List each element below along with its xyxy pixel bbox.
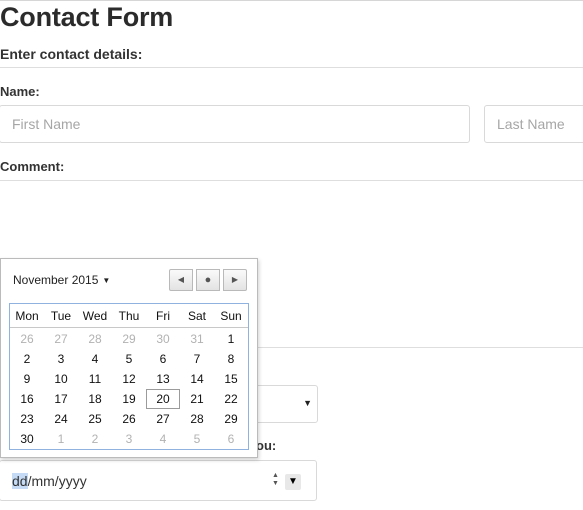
calendar-day[interactable]: 3 <box>44 349 78 369</box>
calendar-day[interactable]: 13 <box>146 369 180 389</box>
triangle-left-icon: ◀ <box>177 275 185 284</box>
page-title: Contact Form <box>0 2 174 32</box>
calendar-day[interactable]: 25 <box>78 409 112 429</box>
calendar-day[interactable]: 30 <box>10 429 44 449</box>
calendar-day-selected[interactable]: 20 <box>146 389 180 409</box>
calendar-day[interactable]: 1 <box>214 329 248 349</box>
name-label: Name: <box>0 84 40 99</box>
calendar-day[interactable]: 23 <box>10 409 44 429</box>
next-month-button[interactable]: ▶ <box>223 269 247 291</box>
calendar-day[interactable]: 26 <box>10 329 44 349</box>
weekday-fri: Fri <box>156 309 170 323</box>
weekday-sun: Sun <box>220 309 242 323</box>
calendar-day[interactable]: 26 <box>112 409 146 429</box>
triangle-right-icon: ▶ <box>231 275 239 284</box>
date-month-segment[interactable]: mm <box>31 473 54 489</box>
weekday-wed: Wed <box>82 309 108 323</box>
calendar-day[interactable]: 16 <box>10 389 44 409</box>
calendar-day[interactable]: 27 <box>146 409 180 429</box>
calendar-day[interactable]: 11 <box>78 369 112 389</box>
calendar-day[interactable]: 12 <box>112 369 146 389</box>
comment-label: Comment: <box>0 159 65 174</box>
calendar-day[interactable]: 2 <box>78 429 112 449</box>
date-field-label: ou: <box>256 438 277 453</box>
caret-down-icon: ▼ <box>303 398 312 408</box>
calendar-day[interactable]: 14 <box>180 369 214 389</box>
calendar-day[interactable]: 28 <box>180 409 214 429</box>
weekday-mon: Mon <box>15 309 39 323</box>
calendar-day[interactable]: 30 <box>146 329 180 349</box>
today-button[interactable]: ● <box>196 269 220 291</box>
spin-stepper-icon[interactable]: ▲ ▼ <box>270 472 281 490</box>
calendar-day[interactable]: 15 <box>214 369 248 389</box>
calendar-day[interactable]: 28 <box>78 329 112 349</box>
calendar-day[interactable]: 3 <box>112 429 146 449</box>
date-day-segment[interactable]: dd <box>12 473 28 489</box>
calendar-day[interactable]: 4 <box>146 429 180 449</box>
calendar-day[interactable]: 1 <box>44 429 78 449</box>
first-name-input[interactable] <box>0 105 470 143</box>
section-divider <box>0 67 583 68</box>
weekday-sat: Sat <box>187 309 206 323</box>
calendar-grid: Mon Tue Wed Thu Fri Sat Sun 26 27 28 29 30 31 1 2 3 4 5 6… <box>9 303 249 450</box>
calendar-day[interactable]: 7 <box>180 349 214 369</box>
calendar-day[interactable]: 27 <box>44 329 78 349</box>
weekday-header: Mon Tue Wed Thu Fri Sat Sun <box>10 304 248 328</box>
calendar-day[interactable]: 29 <box>214 409 248 429</box>
calendar-day[interactable]: 2 <box>10 349 44 369</box>
contact-form-page: Contact Form Enter contact details: Name… <box>0 0 583 510</box>
calendar-day[interactable]: 22 <box>214 389 248 409</box>
calendar-day[interactable]: 8 <box>214 349 248 369</box>
calendar-day[interactable]: 5 <box>112 349 146 369</box>
weekday-thu: Thu <box>118 309 140 323</box>
calendar-day[interactable]: 6 <box>214 429 248 449</box>
dot-icon: ● <box>204 274 212 286</box>
calendar-day[interactable]: 21 <box>180 389 214 409</box>
calendar-day[interactable]: 18 <box>78 389 112 409</box>
date-input-text[interactable]: dd/mm/yyyy <box>12 473 87 489</box>
date-picker-popup: November 2015 ▼ ◀ ● ▶ Mon Tue Wed Thu Fri Sat S… <box>0 258 258 458</box>
calendar-day[interactable]: 9 <box>10 369 44 389</box>
calendar-dropdown-icon[interactable]: ▼ <box>285 474 301 490</box>
top-divider <box>0 0 583 1</box>
weekday-tue: Tue <box>50 309 72 323</box>
calendar-day[interactable]: 31 <box>180 329 214 349</box>
date-year-segment[interactable]: yyyy <box>59 473 87 489</box>
calendar-day[interactable]: 5 <box>180 429 214 449</box>
calendar-day[interactable]: 29 <box>112 329 146 349</box>
last-name-input[interactable] <box>484 105 583 143</box>
calendar-day[interactable]: 10 <box>44 369 78 389</box>
calendar-day[interactable]: 24 <box>44 409 78 429</box>
caret-down-icon: ▼ <box>102 276 111 285</box>
calendar-day[interactable]: 4 <box>78 349 112 369</box>
calendar-day[interactable]: 17 <box>44 389 78 409</box>
calendar-day[interactable]: 19 <box>112 389 146 409</box>
prev-month-button[interactable]: ◀ <box>169 269 193 291</box>
month-year-selector[interactable]: November 2015 ▼ <box>13 273 110 287</box>
date-input[interactable]: dd/mm/yyyy ▲ ▼ ▼ <box>0 460 317 501</box>
calendar-day[interactable]: 6 <box>146 349 180 369</box>
form-subtitle: Enter contact details: <box>0 46 143 62</box>
